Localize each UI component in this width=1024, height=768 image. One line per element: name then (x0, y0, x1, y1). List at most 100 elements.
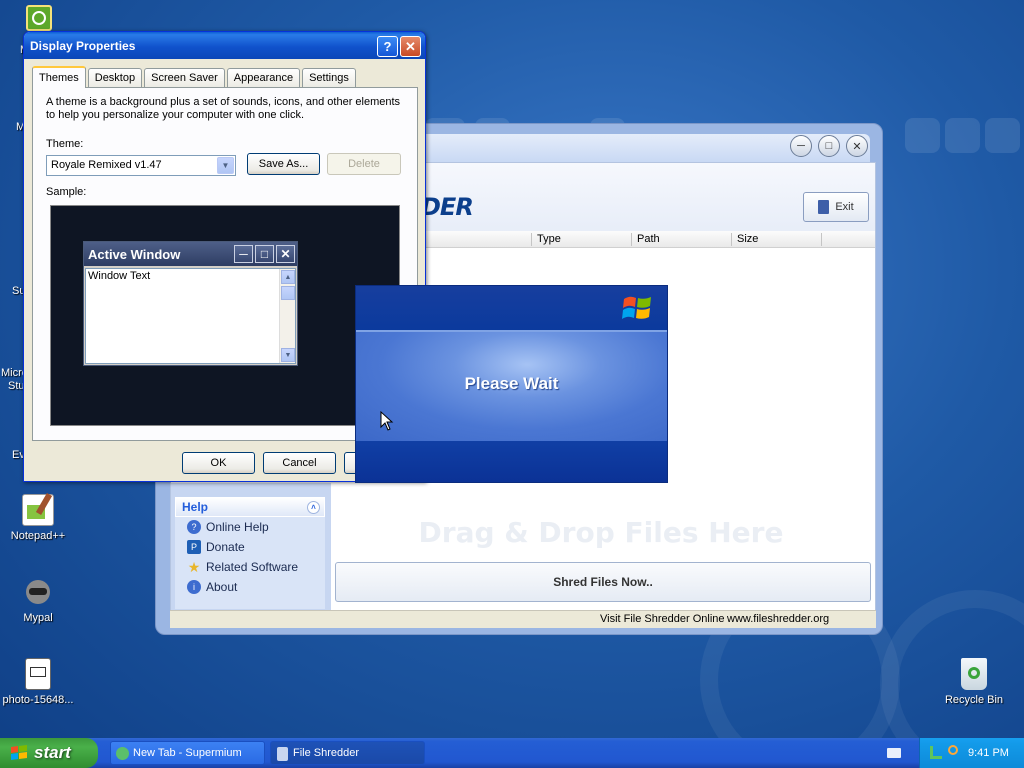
start-label: start (34, 743, 71, 762)
image-file-icon (25, 658, 51, 690)
scroll-thumb (281, 286, 295, 300)
please-wait-header (356, 286, 667, 330)
column-header-path[interactable]: Path (637, 233, 660, 245)
sample-active-window: Active Window ─ □ ✕ Window Text ▲ ▼ (83, 241, 298, 366)
desktop-icon-mypal[interactable]: Mypal (0, 576, 78, 624)
status-link-visit[interactable]: Visit File Shredder Online (600, 613, 725, 625)
tab-appearance[interactable]: Appearance (226, 68, 301, 87)
desktop-icon-photo[interactable]: photo-15648... (0, 658, 78, 706)
theme-label: Theme: (46, 138, 84, 150)
shred-files-button[interactable]: Shred Files Now.. (335, 562, 871, 602)
desktop-icon-recycle-bin[interactable]: Recycle Bin (934, 658, 1014, 706)
close-button[interactable]: ✕ (846, 135, 868, 157)
desktop-decoration (985, 118, 1020, 153)
column-separator[interactable] (731, 233, 732, 246)
theme-select-value: Royale Remixed v1.47 (51, 159, 162, 171)
search-icon[interactable] (948, 745, 958, 755)
taskbar-item-label: New Tab - Supermium (133, 747, 242, 759)
start-button[interactable]: start (0, 738, 98, 768)
column-separator[interactable] (821, 233, 822, 246)
exit-label: Exit (835, 201, 854, 213)
help-item-related-software[interactable]: ★ Related Software (175, 557, 325, 577)
ok-button[interactable]: OK (182, 452, 255, 474)
help-panel: Help ˄ ? Online Help P Donate ★ Related … (175, 497, 325, 609)
star-icon: ★ (187, 558, 201, 575)
help-panel-header[interactable]: Help ˄ (175, 497, 325, 517)
help-question-icon: ? (187, 520, 201, 534)
tab-settings[interactable]: Settings (302, 68, 356, 87)
taskbar-item-file-shredder[interactable]: File Shredder (270, 741, 425, 765)
sample-maximize-icon: □ (255, 245, 274, 263)
chevron-up-icon[interactable]: ˄ (307, 501, 320, 514)
exit-button[interactable]: Exit (803, 192, 869, 222)
help-item-label: About (206, 580, 238, 594)
help-item-about[interactable]: i About (175, 577, 325, 597)
brand-logo-text: DER (421, 193, 474, 221)
column-header-size[interactable]: Size (737, 233, 758, 245)
column-header-type[interactable]: Type (537, 233, 561, 245)
please-wait-text: Please Wait (464, 374, 559, 393)
windows-flag-icon (11, 745, 27, 760)
desktop-icon-label: photo-15648... (2, 694, 74, 706)
help-panel-title: Help (182, 500, 209, 514)
sample-scrollbar: ▲ ▼ (279, 269, 295, 363)
status-bar: Visit File Shredder Online www.fileshred… (170, 610, 876, 628)
recycle-bin-icon (961, 658, 987, 690)
minimize-icon: ─ (797, 140, 805, 152)
network-icon[interactable] (930, 746, 942, 759)
theme-description: A theme is a background plus a set of so… (46, 96, 401, 121)
theme-sample-preview: Active Window ─ □ ✕ Window Text ▲ ▼ (50, 205, 400, 426)
display-properties-titlebar[interactable]: Display Properties ? ✕ (24, 32, 425, 59)
help-button[interactable]: ? (377, 36, 398, 57)
taskbar-item-label: File Shredder (293, 747, 360, 759)
help-item-label: Related Software (206, 560, 299, 574)
scroll-up-icon: ▲ (281, 270, 295, 284)
close-button[interactable]: ✕ (400, 36, 421, 57)
clock-icon (32, 11, 46, 25)
window-title: Display Properties (30, 38, 136, 53)
paypal-icon: P (187, 540, 201, 554)
tab-strip: Themes Desktop Screen Saver Appearance S… (32, 66, 358, 88)
maximize-button[interactable]: □ (818, 135, 840, 157)
taskbar: start New Tab - Supermium File Shredder … (0, 738, 1024, 768)
maximize-icon: □ (825, 140, 833, 152)
desktop-decoration (905, 118, 940, 153)
sample-minimize-icon: ─ (234, 245, 253, 263)
info-icon: i (187, 580, 201, 594)
sample-window-title: Active Window (88, 246, 181, 262)
chevron-down-icon[interactable]: ▼ (217, 157, 234, 174)
mouse-cursor-icon (380, 411, 394, 431)
theme-select[interactable]: Royale Remixed v1.47 ▼ (46, 155, 236, 176)
scroll-down-icon: ▼ (281, 348, 295, 362)
help-item-online-help[interactable]: ? Online Help (175, 517, 325, 537)
sample-window-titlebar: Active Window ─ □ ✕ (84, 242, 297, 266)
taskbar-item-browser[interactable]: New Tab - Supermium (110, 741, 265, 765)
status-link-url[interactable]: www.fileshredder.org (727, 613, 829, 625)
close-icon: ✕ (852, 140, 862, 153)
desktop-icon-label: Recycle Bin (944, 694, 1004, 706)
clock[interactable]: 9:41 PM (968, 747, 1009, 759)
tab-themes[interactable]: Themes (32, 66, 86, 88)
tab-screen-saver[interactable]: Screen Saver (144, 68, 225, 87)
column-separator[interactable] (631, 233, 632, 246)
raccoon-icon (22, 576, 54, 608)
keyboard-icon[interactable] (887, 748, 901, 758)
cancel-button[interactable]: Cancel (263, 452, 336, 474)
desktop-icon-label: Mypal (23, 612, 53, 624)
save-as-button[interactable]: Save As... (247, 153, 320, 175)
sample-label: Sample: (46, 186, 87, 198)
help-item-label: Donate (206, 540, 245, 554)
notepad-plus-icon (22, 492, 54, 526)
exit-door-icon (818, 200, 830, 214)
desktop-icon-notepad[interactable]: Notepad++ (0, 492, 78, 542)
minimize-button[interactable]: ─ (790, 135, 812, 157)
column-separator[interactable] (531, 233, 532, 246)
tab-desktop[interactable]: Desktop (87, 68, 143, 87)
sample-window-body: Window Text ▲ ▼ (85, 268, 296, 364)
help-item-donate[interactable]: P Donate (175, 537, 325, 557)
drop-zone-hint: Drag & Drop Files Here (418, 516, 784, 549)
question-icon: ? (383, 39, 392, 54)
desktop-icon-top[interactable] (26, 5, 52, 31)
sample-window-text: Window Text (88, 270, 151, 282)
file-shredder-icon (277, 747, 288, 761)
